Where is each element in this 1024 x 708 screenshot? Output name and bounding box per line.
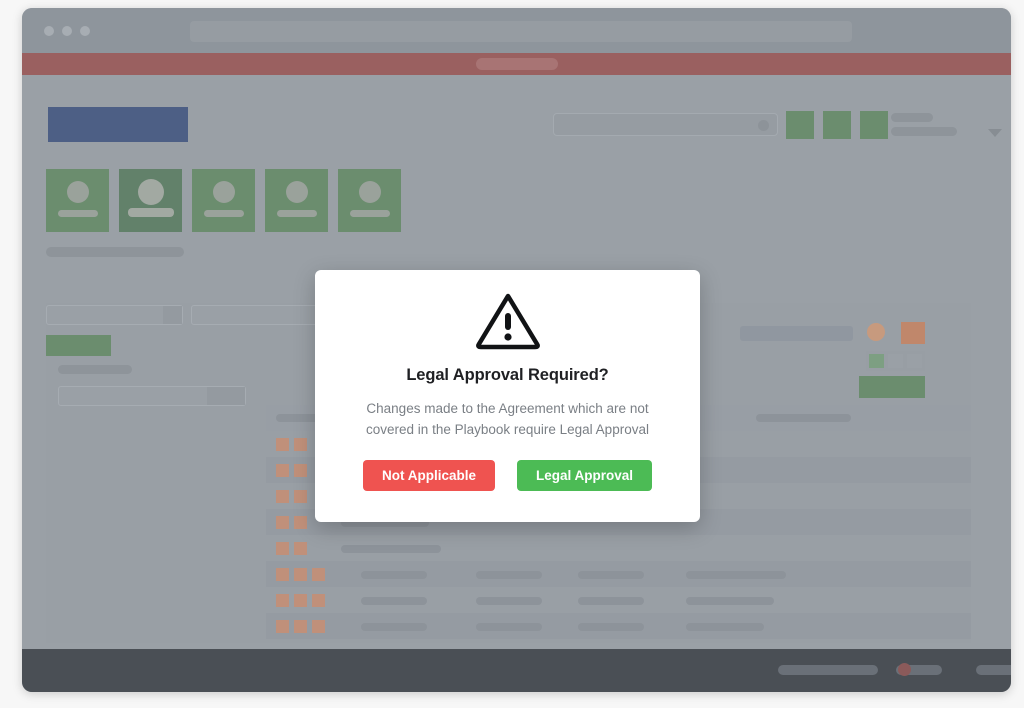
legal-approval-button[interactable]: Legal Approval — [516, 460, 653, 492]
legal-approval-dialog: Legal Approval Required? Changes made to… — [315, 270, 700, 522]
modal-backdrop: Legal Approval Required? Changes made to… — [0, 0, 1024, 708]
warning-triangle-icon — [315, 292, 700, 350]
dialog-message: Changes made to the Agreement which are … — [366, 401, 649, 437]
not-applicable-button[interactable]: Not Applicable — [362, 460, 495, 492]
screen-root: Legal Approval Required? Changes made to… — [0, 0, 1024, 708]
dialog-actions: Not Applicable Legal Approval — [315, 460, 700, 492]
dialog-title: Legal Approval Required? — [406, 366, 609, 384]
